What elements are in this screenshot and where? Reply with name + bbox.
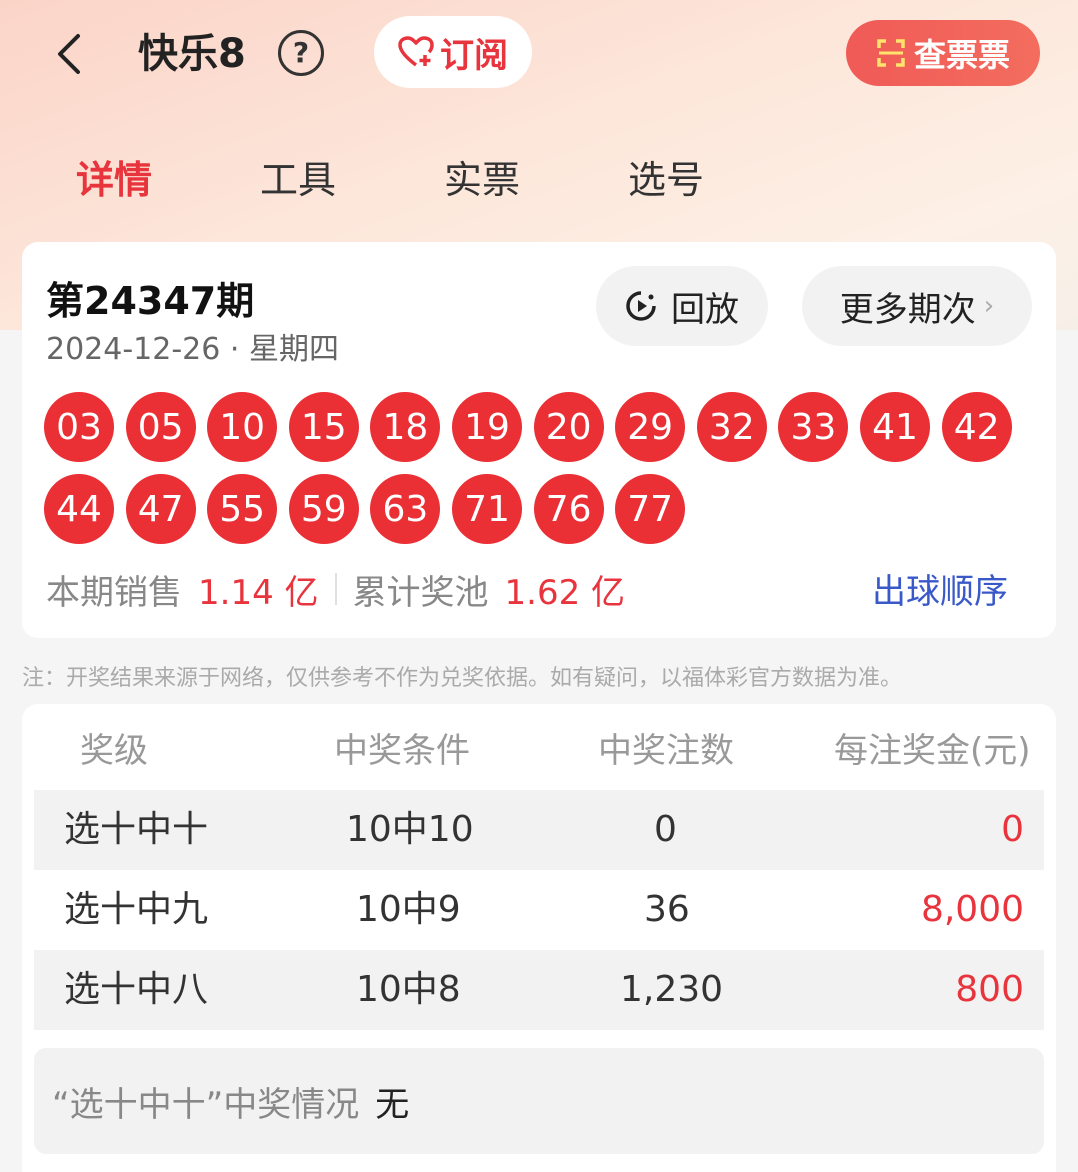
table-header-amount: 每注奖金(元) xyxy=(834,731,1031,771)
row-level: 选十中十 xyxy=(64,809,209,850)
summary-label: “选十中十”中奖情况 xyxy=(52,1084,360,1125)
tab-real-ticket[interactable]: 实票 xyxy=(444,150,520,210)
row-condition: 10中9 xyxy=(356,889,461,930)
sales-value: 1.14 亿 xyxy=(198,572,319,613)
number-ball: 32 xyxy=(696,392,767,462)
tab-pick-numbers[interactable]: 选号 xyxy=(628,150,704,210)
number-ball: 63 xyxy=(370,474,441,544)
number-ball: 20 xyxy=(533,392,604,462)
number-ball: 42 xyxy=(941,392,1012,462)
replay-icon xyxy=(626,291,656,321)
help-icon[interactable]: ? xyxy=(278,30,324,76)
number-ball: 03 xyxy=(44,392,114,462)
divider xyxy=(334,573,337,605)
tab-bar: 详情 工具 实票 选号 xyxy=(0,150,1078,214)
page-title: 快乐8 xyxy=(138,31,246,77)
pool-value: 1.62 亿 xyxy=(504,572,626,613)
issue-number: 第24347期 xyxy=(46,279,255,323)
table-header-condition: 中奖条件 xyxy=(334,731,470,771)
number-ball: 55 xyxy=(207,474,278,544)
heart-plus-icon xyxy=(398,36,434,67)
row-count: 36 xyxy=(644,889,690,930)
number-ball: 41 xyxy=(860,392,930,462)
draw-result-card: 第24347期 2024-12-26 · 星期四 回放 更多期次 › 03 05 1… xyxy=(22,242,1056,638)
more-issues-label: 更多期次 xyxy=(839,289,976,330)
row-level: 选十中八 xyxy=(64,969,209,1010)
subscribe-label: 订阅 xyxy=(440,35,508,76)
tab-details[interactable]: 详情 xyxy=(76,150,152,210)
table-row: 选十中十 10中10 0 0 xyxy=(34,790,1044,870)
number-ball: 76 xyxy=(533,474,604,544)
number-ball: 47 xyxy=(125,474,196,544)
table-header-level: 奖级 xyxy=(80,731,148,771)
top-prize-summary: “选十中十”中奖情况 无 xyxy=(34,1048,1044,1154)
subscribe-button[interactable]: 订阅 xyxy=(374,16,532,88)
scan-icon xyxy=(877,39,905,67)
table-row: 选十中八 10中8 1,230 800 xyxy=(34,950,1044,1030)
number-ball: 19 xyxy=(452,392,522,462)
sales-label: 本期销售 xyxy=(46,572,182,613)
table-header-count: 中奖注数 xyxy=(598,731,734,771)
tab-tools[interactable]: 工具 xyxy=(260,150,336,210)
row-count: 1,230 xyxy=(620,969,724,1010)
check-ticket-button[interactable]: 查票票 xyxy=(846,20,1040,86)
replay-button[interactable]: 回放 xyxy=(596,266,768,346)
row-amount: 800 xyxy=(955,969,1024,1010)
draw-date: 2024-12-26 · 星期四 xyxy=(46,332,339,367)
row-amount: 0 xyxy=(1001,809,1024,850)
chevron-right-icon: › xyxy=(983,291,995,321)
number-ball: 59 xyxy=(288,474,359,544)
number-ball: 77 xyxy=(615,474,686,544)
back-button[interactable] xyxy=(44,26,94,82)
prize-table-card: 奖级 中奖条件 中奖注数 每注奖金(元) 选十中十 10中10 0 0 选十中九… xyxy=(22,704,1056,1172)
replay-label: 回放 xyxy=(671,289,739,330)
number-ball: 18 xyxy=(370,392,441,462)
number-ball: 10 xyxy=(207,392,278,462)
row-count: 0 xyxy=(654,809,677,850)
check-ticket-label: 查票票 xyxy=(913,36,1010,74)
table-row: 选十中九 10中9 36 8,000 xyxy=(34,870,1044,950)
draw-order-link[interactable]: 出球顺序 xyxy=(872,564,1008,613)
row-level: 选十中九 xyxy=(64,889,209,930)
row-amount: 8,000 xyxy=(920,889,1024,930)
number-ball: 29 xyxy=(615,392,686,462)
header: 快乐8 ? 订阅 查票票 xyxy=(0,0,1078,110)
number-ball: 05 xyxy=(125,392,196,462)
number-ball: 15 xyxy=(288,392,359,462)
row-condition: 10中10 xyxy=(346,809,474,850)
number-ball: 71 xyxy=(452,474,522,544)
row-condition: 10中8 xyxy=(356,969,461,1010)
summary-value: 无 xyxy=(375,1084,410,1125)
more-issues-button[interactable]: 更多期次 › xyxy=(802,266,1032,346)
disclaimer-note: 注：开奖结果来源于网络，仅供参考不作为兑奖依据。如有疑问，以福体彩官方数据为准。 xyxy=(22,666,903,691)
back-arrow-icon xyxy=(58,34,80,74)
number-ball: 44 xyxy=(44,474,114,544)
number-ball: 33 xyxy=(778,392,849,462)
sales-row: 本期销售 1.14 亿 累计奖池 1.62 亿 出球顺序 xyxy=(46,564,1032,614)
pool-label: 累计奖池 xyxy=(352,572,489,613)
